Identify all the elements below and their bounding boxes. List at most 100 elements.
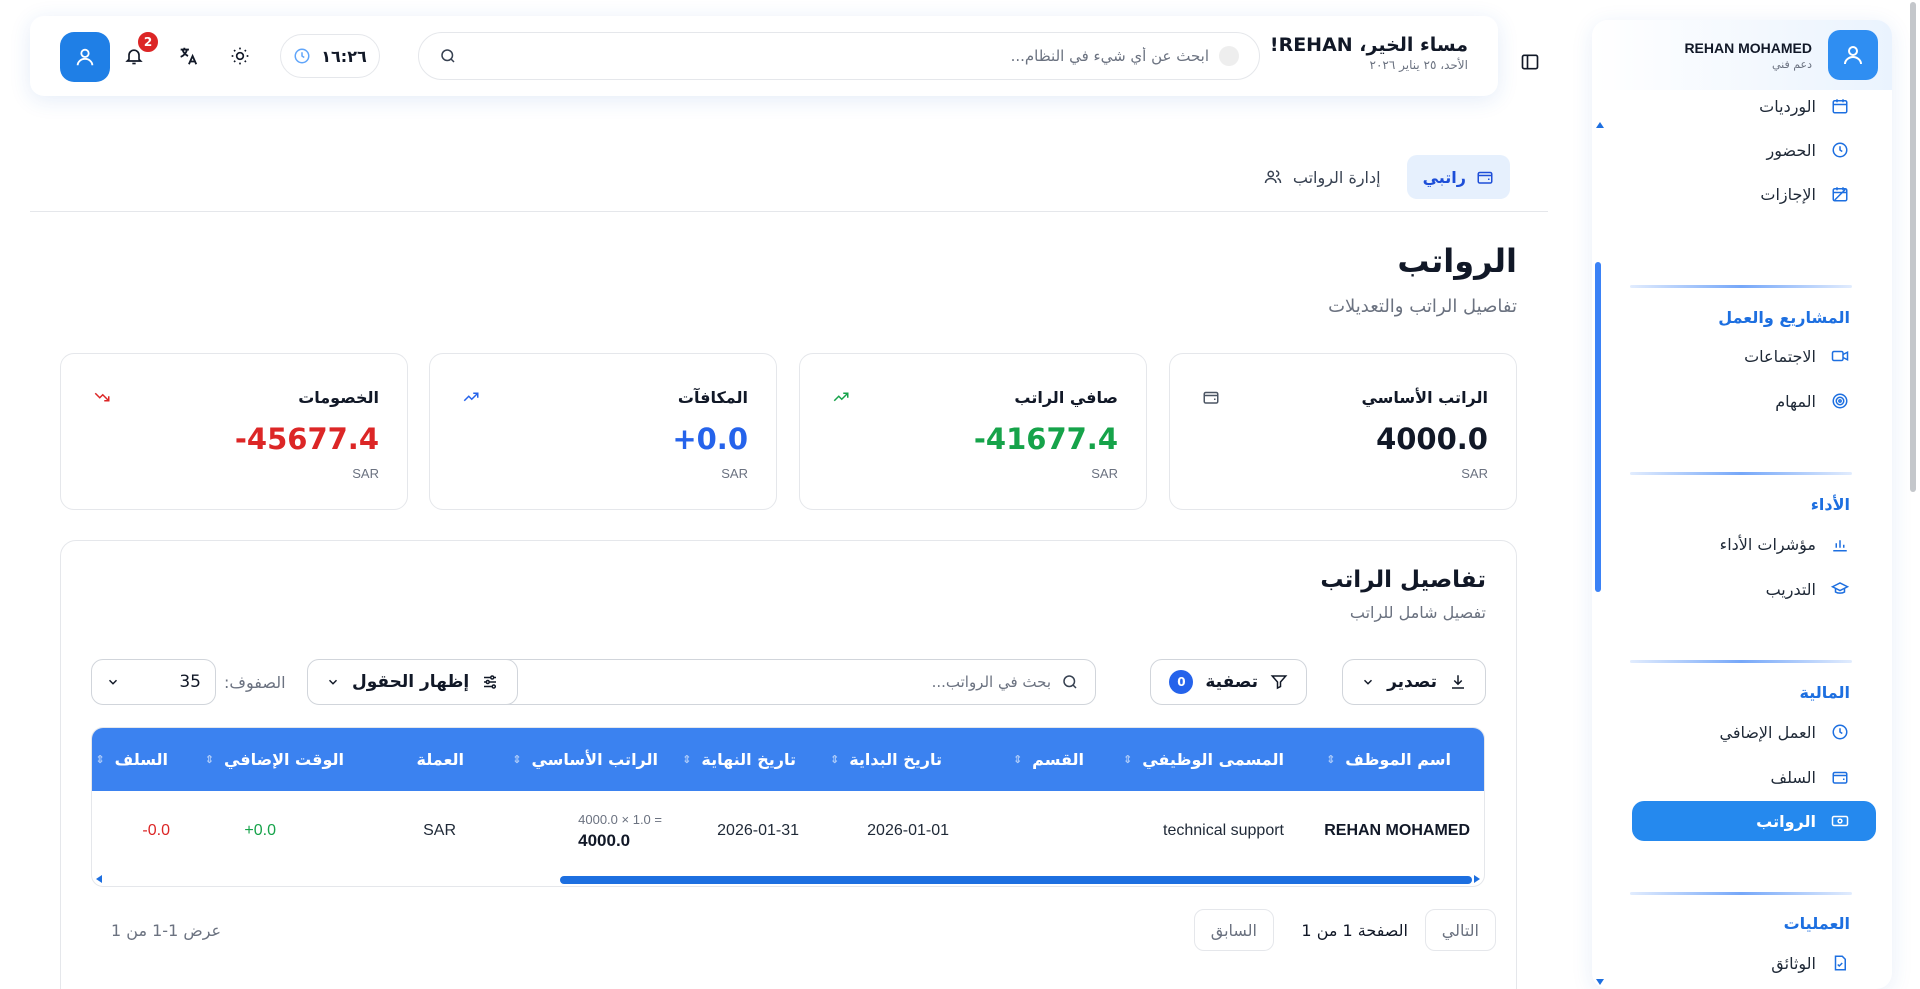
rows-per-page-select[interactable]: 35 (91, 659, 216, 705)
target-icon (1830, 391, 1850, 411)
trending-up-icon (830, 388, 850, 408)
page-tabs: راتبي إدارة الرواتب (1247, 155, 1510, 199)
column-header-department[interactable]: القسم ⇕ (1013, 728, 1084, 791)
export-button[interactable]: تصدير (1342, 659, 1486, 705)
sidebar-section-performance: الأداء (1810, 495, 1850, 514)
column-header-start-date[interactable]: تاريخ البداية ⇕ (830, 728, 942, 791)
sidebar-item-overtime[interactable]: العمل الإضافي (1719, 714, 1850, 750)
column-header-currency[interactable]: العملة (417, 728, 464, 791)
cell-advances: -0.0 (142, 822, 170, 839)
page-scrollbar-thumb[interactable] (1910, 2, 1916, 492)
page-subtitle: تفاصيل الراتب والتعديلات (1328, 296, 1517, 317)
sidebar: REHAN MOHAMED دعم فني الورديات الحضور ال… (1592, 20, 1892, 989)
sidebar-item-training[interactable]: التدريب (1766, 571, 1850, 607)
prev-page-button[interactable]: السابق (1193, 909, 1274, 951)
sidebar-scroll-up-icon[interactable] (1596, 122, 1604, 128)
theme-toggle-button[interactable] (228, 44, 252, 68)
clock-icon (293, 47, 311, 65)
user-icon (1844, 46, 1862, 65)
table-search-input[interactable] (493, 673, 1051, 691)
language-button[interactable] (176, 44, 200, 68)
header-avatar-button[interactable] (60, 32, 110, 82)
sidebar-item-shifts[interactable]: الورديات (1759, 88, 1850, 124)
sort-icon: ⇕ (512, 753, 522, 766)
column-label: القسم (1032, 750, 1084, 769)
global-search-input[interactable] (457, 47, 1209, 65)
card-currency: SAR (721, 466, 748, 481)
sidebar-item-payroll[interactable]: الرواتب (1632, 801, 1876, 841)
scroll-left-icon[interactable] (96, 875, 102, 883)
column-label: السلف (114, 750, 168, 769)
banknote-icon (1830, 812, 1850, 830)
column-header-job-title[interactable]: المسمى الوظيفي ⇕ (1123, 728, 1284, 791)
column-header-overtime[interactable]: الوقت الإضافي ⇕ (205, 728, 344, 791)
table-horizontal-scrollbar[interactable] (92, 872, 1484, 886)
sidebar-toggle-button[interactable] (1518, 52, 1540, 74)
salary-details-panel: تفاصيل الراتب تفصيل شامل للراتب تصدير تص… (60, 540, 1517, 989)
sort-icon: ⇕ (1122, 753, 1133, 766)
wallet-icon (1476, 168, 1494, 186)
card-label: الراتب الأساسي (1361, 388, 1488, 407)
sidebar-item-advances[interactable]: السلف (1771, 759, 1850, 795)
card-net-salary: صافي الراتب -41677.4 SAR (799, 353, 1147, 510)
card-label: المكافآت (677, 388, 748, 407)
cell-end-date: 2026-01-31 (717, 822, 799, 839)
table-scrollbar-thumb[interactable] (560, 876, 1472, 884)
sidebar-item-kpis[interactable]: مؤشرات الأداء (1720, 526, 1850, 562)
filter-label: تصفية (1205, 672, 1258, 692)
table-search[interactable] (476, 659, 1096, 705)
notifications-button[interactable]: 2 (122, 30, 160, 68)
cell-base-salary: 4000.0 × 1.0 = 4000.0 (578, 791, 662, 871)
base-salary-formula: 4000.0 × 1.0 = (578, 811, 662, 827)
top-header: مساء الخير، REHAN! الأحد، ٢٥ يناير ٢٠٢٦ … (30, 16, 1498, 96)
calendar-off-icon (1830, 184, 1850, 204)
column-header-base-salary[interactable]: الراتب الأساسي ⇕ (512, 728, 658, 791)
show-fields-button[interactable]: إظهار الحقول (307, 659, 519, 705)
card-value: -45677.4 (234, 422, 379, 456)
page-scrollbar[interactable] (1909, 0, 1917, 989)
sidebar-item-attendance[interactable]: الحضور (1766, 132, 1850, 168)
sidebar-item-label: الاجتماعات (1744, 346, 1816, 366)
greeting-block: مساء الخير، REHAN! الأحد، ٢٥ يناير ٢٠٢٦ (1270, 34, 1468, 72)
tab-label: إدارة الرواتب (1292, 167, 1381, 187)
sidebar-item-label: الوثائق (1771, 953, 1816, 973)
sidebar-section-operations: العمليات (1783, 914, 1850, 933)
sidebar-profile[interactable]: REHAN MOHAMED دعم فني (1592, 20, 1892, 90)
cell-start-date: 2026-01-01 (867, 822, 949, 839)
sidebar-section-projects: المشاريع والعمل (1718, 308, 1850, 327)
sort-icon: ⇕ (682, 753, 692, 766)
sidebar-item-leaves[interactable]: الإجازات (1760, 176, 1850, 212)
sidebar-item-tasks[interactable]: المهام (1775, 383, 1850, 419)
next-page-button[interactable]: التالي (1424, 909, 1496, 951)
tab-payroll-management[interactable]: إدارة الرواتب (1247, 155, 1397, 199)
sidebar-item-label: التدريب (1765, 579, 1816, 599)
notification-badge: 2 (136, 30, 160, 54)
graduation-cap-icon (1830, 579, 1850, 599)
sidebar-scroll-down-icon[interactable] (1596, 979, 1604, 985)
rows-per-page-label: الصفوف: (224, 673, 286, 692)
sidebar-username: REHAN MOHAMED (1684, 39, 1812, 56)
card-value: 4000.0 (1376, 422, 1488, 456)
sort-icon: ⇕ (829, 753, 840, 766)
column-label: تاريخ البداية (849, 750, 942, 769)
filter-button[interactable]: تصفية 0 (1150, 659, 1307, 705)
tabs-divider (30, 211, 1548, 212)
column-header-advances[interactable]: السلف ⇕ (95, 728, 168, 791)
tab-my-salary[interactable]: راتبي (1406, 155, 1510, 199)
global-search[interactable] (418, 32, 1260, 80)
sun-icon (231, 47, 249, 65)
cell-job-title: technical support (1163, 822, 1284, 839)
clock-icon (1830, 140, 1850, 160)
sidebar-item-documents[interactable]: الوثائق (1771, 945, 1850, 981)
sidebar-scrollbar-thumb[interactable] (1595, 262, 1601, 592)
search-shortcut-indicator (1219, 46, 1239, 66)
sidebar-item-label: المهام (1775, 391, 1816, 411)
wallet-icon (1200, 388, 1220, 408)
sidebar-item-meetings[interactable]: الاجتماعات (1744, 338, 1850, 374)
card-currency: SAR (352, 466, 379, 481)
sidebar-item-label: مؤشرات الأداء (1719, 534, 1816, 554)
column-header-employee[interactable]: اسم الموظف ⇕ (1326, 728, 1451, 791)
scroll-right-icon[interactable] (1474, 875, 1480, 883)
column-header-end-date[interactable]: تاريخ النهاية ⇕ (682, 728, 796, 791)
cell-employee: REHAN MOHAMED (1324, 822, 1470, 839)
